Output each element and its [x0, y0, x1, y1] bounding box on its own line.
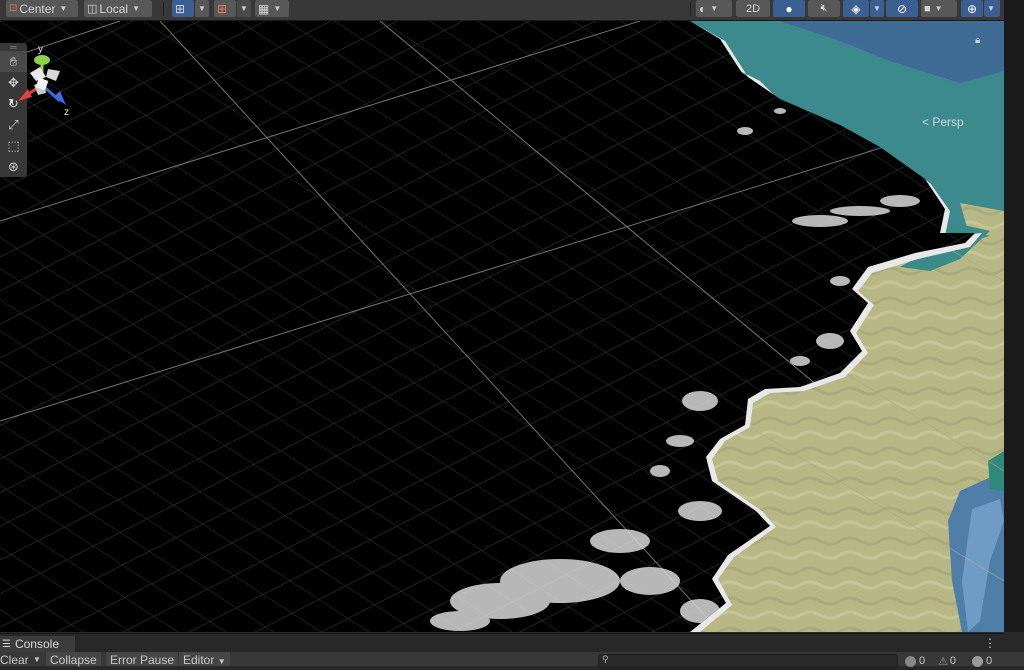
- info-icon: [905, 655, 916, 667]
- x-axis-handle[interactable]: [18, 89, 32, 101]
- projection-toggle[interactable]: < Persp: [922, 115, 964, 129]
- pivot-rotation-dropdown[interactable]: ◫ Local ▼: [84, 0, 152, 17]
- orientation-gizmo[interactable]: y x z: [0, 33, 90, 143]
- scene-lighting-toggle[interactable]: ●: [773, 0, 805, 17]
- grid-snap-icon: ⊞: [175, 1, 186, 16]
- chevron-down-icon: ▼: [132, 4, 141, 13]
- collapse-label: Collapse: [50, 653, 97, 667]
- grid-visibility-dropdown[interactable]: ▦ ▼: [255, 0, 289, 17]
- pivot-center-icon: ⊡: [9, 3, 18, 14]
- increment-snap-icon: ⊞: [217, 1, 228, 16]
- warning-count: 0: [949, 655, 956, 667]
- chevron-down-icon: ▼: [934, 4, 943, 13]
- chevron-down-icon: ▼: [240, 4, 248, 13]
- editor-label: Editor: [183, 653, 215, 667]
- mute-icon: 🔇︎: [820, 2, 828, 14]
- search-icon: ⚲: [602, 654, 609, 664]
- chevron-down-icon: ▼: [59, 4, 68, 13]
- error-pause-toggle[interactable]: Error Pause: [106, 652, 179, 667]
- pivot-rotation-label: Local: [99, 1, 129, 16]
- console-tab-label: Console: [14, 637, 59, 651]
- pivot-mode-label: Center: [19, 1, 56, 16]
- clear-label: Clear: [0, 653, 29, 667]
- vertical-scrollbar[interactable]: [1004, 0, 1024, 632]
- error-pause-label: Error Pause: [110, 653, 175, 667]
- effects-toggle[interactable]: ◈: [843, 0, 869, 17]
- lock-icon[interactable]: 🔒︎: [975, 35, 980, 46]
- grid-snapping-dropdown[interactable]: ▼: [195, 0, 209, 17]
- camera-settings-dropdown[interactable]: ■ ▼: [921, 0, 957, 17]
- chevron-down-icon[interactable]: ▼: [33, 652, 41, 666]
- editor-dropdown[interactable]: Editor ▼: [179, 652, 230, 667]
- effects-icon: ◈: [851, 1, 861, 16]
- gizmos-toggle[interactable]: ⊕: [961, 0, 983, 17]
- transform-tool-button[interactable]: ⊛: [0, 156, 27, 177]
- cube-icon: ◫: [87, 3, 98, 15]
- collapse-toggle[interactable]: Collapse: [46, 652, 101, 667]
- increment-snap-dropdown[interactable]: ▼: [237, 0, 251, 17]
- y-axis-label: y: [38, 44, 43, 55]
- toolbar-separator: [163, 2, 164, 16]
- scene-viewport[interactable]: ═ ✋︎ ✥ ↻ ⤢ ⬚ ⊛ y x z 🔒︎ < Persp: [0, 21, 1004, 632]
- chevron-down-icon: ▼: [710, 4, 719, 13]
- chevron-down-icon: ▼: [273, 4, 282, 13]
- projection-label: Persp: [932, 115, 964, 129]
- eye-slash-icon: ⊘: [896, 1, 908, 16]
- error-count: 0: [986, 655, 993, 667]
- tab-console[interactable]: ☰ Console: [0, 636, 75, 652]
- transform-tool-icon: ⊛: [8, 158, 19, 174]
- gizmo-icon: ⊕: [966, 1, 978, 16]
- chevron-down-icon: ▼: [217, 657, 226, 666]
- scene-render: [0, 21, 1004, 632]
- grid-icon: ▦: [258, 1, 270, 16]
- z-axis-label: z: [64, 107, 69, 118]
- clear-button[interactable]: Clear: [0, 652, 29, 667]
- gizmos-dropdown[interactable]: ▼: [984, 0, 1000, 17]
- grid-snapping-toggle[interactable]: ⊞: [172, 0, 194, 17]
- console-tab-bar: ☰ Console ⋮: [0, 633, 1004, 652]
- effects-dropdown[interactable]: ▼: [870, 0, 884, 17]
- console-toolbar: Clear ▼ Collapse Error Pause Editor ▼ ⚲ …: [0, 652, 1024, 668]
- perspective-icon: <: [922, 115, 930, 129]
- draw-mode-dropdown[interactable]: ◐ ▼: [696, 0, 732, 17]
- increment-snap-toggle[interactable]: ⊞: [214, 0, 236, 17]
- log-count: 0: [919, 655, 926, 667]
- toolbar-separator: [690, 2, 691, 16]
- shading-mode-icon: ◐: [699, 1, 707, 16]
- x-axis-label: x: [9, 97, 14, 108]
- chevron-down-icon: ▼: [198, 4, 206, 13]
- chevron-down-icon: ▼: [987, 4, 995, 13]
- pivot-mode-dropdown[interactable]: ⊡ Center ▼: [6, 0, 78, 17]
- error-icon: [972, 655, 983, 667]
- y-axis-handle[interactable]: [34, 55, 50, 65]
- scene-visibility-toggle[interactable]: ⊘: [886, 0, 918, 17]
- console-icon: ☰: [2, 638, 11, 650]
- z-axis-handle[interactable]: [54, 91, 66, 105]
- mode-2d-label: 2D: [745, 2, 761, 15]
- lightbulb-icon: ●: [785, 1, 793, 16]
- more-options-icon[interactable]: ⋮: [984, 636, 996, 650]
- camera-icon: ■: [924, 2, 931, 15]
- scene-toolbar: ⊡ Center ▼ ◫ Local ▼ ⊞ ▼ ⊞ ▼ ▦ ▼ ◐ ▼ 2D …: [0, 0, 1004, 21]
- audio-toggle[interactable]: 🔇︎: [808, 0, 840, 17]
- toggle-2d-button[interactable]: 2D: [736, 0, 770, 17]
- chevron-down-icon: ▼: [873, 4, 881, 13]
